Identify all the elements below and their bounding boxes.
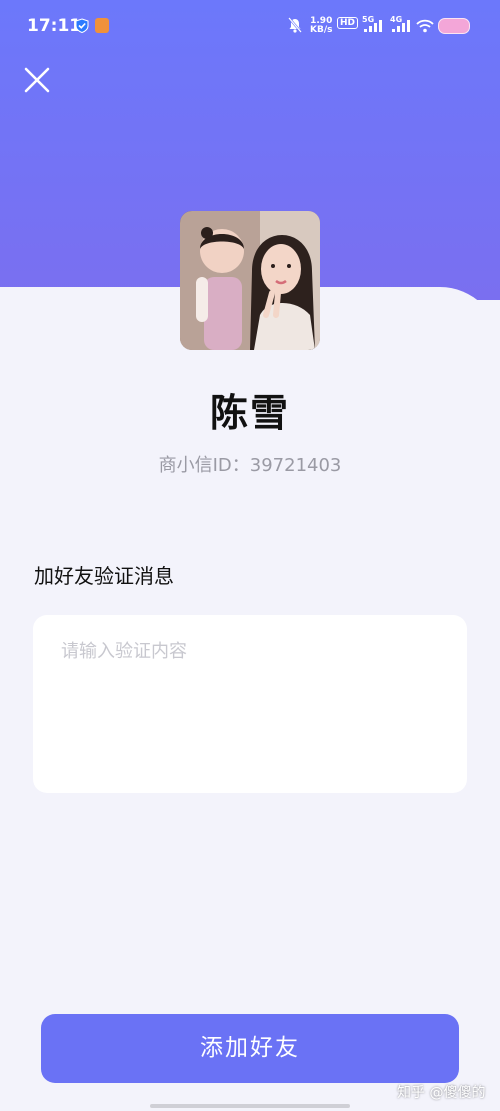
hd-icon: HD [337, 17, 359, 29]
video-app-icon [95, 18, 109, 33]
add-friend-button[interactable]: 添加好友 [41, 1014, 459, 1083]
wifi-icon [416, 18, 434, 38]
avatar [180, 211, 320, 350]
status-bar: 17:11 1.90 KB/s HD 5G 4G [0, 0, 500, 52]
verification-input[interactable] [33, 615, 467, 793]
verification-title: 加好友验证消息 [34, 564, 174, 588]
close-button[interactable] [22, 65, 52, 95]
status-time: 17:11 [27, 16, 82, 36]
close-icon [24, 67, 50, 93]
contact-id: 商小信ID：39721403 [158, 455, 342, 476]
battery-icon [438, 18, 470, 34]
mute-icon [288, 17, 302, 38]
verification-message-box [33, 615, 467, 793]
home-indicator[interactable] [150, 1104, 350, 1108]
net-speed: 1.90 KB/s [310, 17, 332, 35]
shield-app-icon [75, 18, 89, 34]
watermark: 知乎 @傻傻的 [397, 1085, 486, 1101]
net-speed-unit: KB/s [310, 25, 333, 35]
contact-name: 陈雪 [209, 391, 290, 435]
hd-label: HD [337, 17, 359, 29]
